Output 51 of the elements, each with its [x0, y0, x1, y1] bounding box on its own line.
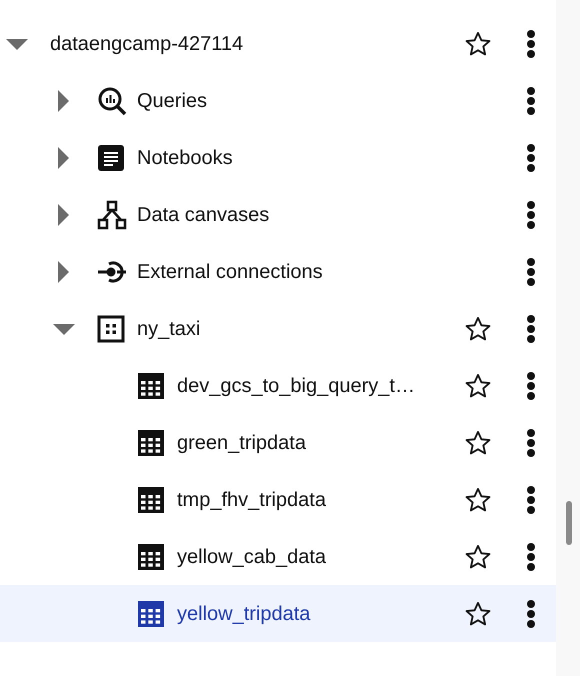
tree-row[interactable]: Notebooks — [0, 129, 556, 186]
table-icon — [137, 600, 165, 628]
star-icon[interactable] — [464, 372, 492, 400]
more-options-icon[interactable] — [526, 86, 536, 114]
star-icon[interactable] — [464, 542, 492, 570]
tree-label: yellow_tripdata — [177, 602, 310, 626]
tree-label: green_tripdata — [177, 430, 306, 456]
plug-connection-icon — [97, 260, 127, 284]
tree-row[interactable]: yellow_cab_data — [0, 528, 556, 585]
more-options-icon[interactable] — [526, 144, 536, 172]
table-icon — [137, 486, 165, 514]
more-options-icon[interactable] — [526, 30, 536, 58]
more-options-icon[interactable] — [526, 542, 536, 570]
tree-row[interactable]: Data canvases — [0, 186, 556, 243]
scrollbar-thumb[interactable] — [566, 501, 572, 545]
tree-label: tmp_fhv_tripdata — [177, 488, 326, 512]
star-icon[interactable] — [464, 428, 492, 456]
search-chart-icon — [97, 86, 127, 116]
more-options-icon[interactable] — [526, 258, 536, 286]
tree-label: ny_taxi — [137, 316, 200, 342]
tree-label: Notebooks — [137, 146, 233, 170]
more-options-icon[interactable] — [526, 600, 536, 628]
more-options-icon[interactable] — [526, 486, 536, 514]
tree-row[interactable]: yellow_tripdata — [0, 585, 556, 642]
table-icon — [137, 542, 165, 570]
tree-label: Data canvases — [137, 202, 270, 228]
more-options-icon[interactable] — [526, 314, 536, 342]
more-options-icon[interactable] — [526, 372, 536, 400]
star-icon[interactable] — [464, 30, 492, 58]
tree-row[interactable]: dev_gcs_to_big_query_t… — [0, 357, 556, 414]
star-icon[interactable] — [464, 486, 492, 514]
tree-label: External connections — [137, 260, 323, 284]
star-icon[interactable] — [464, 600, 492, 628]
table-icon — [137, 428, 165, 456]
tree-label: dataengcamp-427114 — [50, 32, 244, 56]
more-options-icon[interactable] — [526, 200, 536, 228]
tree-row[interactable]: External connections — [0, 243, 556, 300]
tree-label: Queries — [137, 88, 208, 114]
tree-row[interactable]: Queries — [0, 72, 556, 129]
tree-row[interactable]: tmp_fhv_tripdata — [0, 471, 556, 528]
tree-row[interactable]: green_tripdata — [0, 414, 556, 471]
tree-label: yellow_cab_data — [177, 544, 326, 570]
more-options-icon[interactable] — [526, 428, 536, 456]
tree-row[interactable]: dataengcamp-427114 — [0, 15, 556, 72]
table-icon — [137, 372, 165, 400]
document-icon — [97, 144, 125, 172]
tree-row[interactable]: ny_taxi — [0, 300, 556, 357]
tree-label: dev_gcs_to_big_query_t… — [177, 374, 415, 398]
star-icon[interactable] — [464, 314, 492, 342]
hierarchy-icon — [97, 200, 127, 230]
grid-square-icon — [97, 314, 125, 342]
